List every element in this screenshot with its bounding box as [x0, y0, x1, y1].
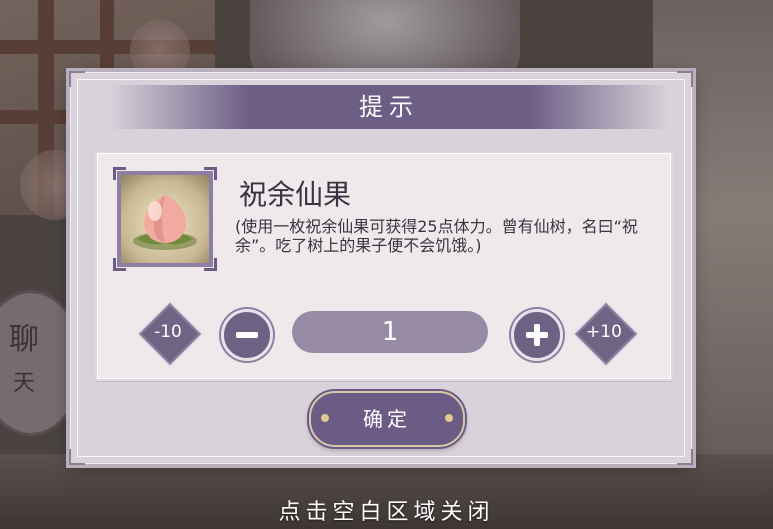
item-description: (使用一枚祝余仙果可获得25点体力。曾有仙树，名曰“祝余”。吃了树上的果子便不会…	[235, 217, 638, 255]
plus-icon	[526, 324, 548, 346]
peach-icon	[133, 195, 197, 250]
chat-label-char-1: 聊	[9, 322, 39, 357]
dialog-corner	[69, 71, 85, 87]
minus-icon	[236, 332, 258, 338]
minus-button[interactable]	[221, 309, 273, 361]
item-card: 祝余仙果 (使用一枚祝余仙果可获得25点体力。曾有仙树，名曰“祝余”。吃了树上的…	[95, 151, 673, 381]
minus-ten-button[interactable]: -10	[138, 302, 202, 366]
item-name: 祝余仙果	[239, 178, 352, 211]
dialog-corner	[677, 71, 693, 87]
plus-ten-label: +10	[586, 322, 622, 342]
use-item-dialog: 提示 祝余仙果 (使用一枚祝余仙果可获得25点体力。曾有仙树，名曰“祝余”。吃了…	[69, 71, 693, 465]
chat-label-char-2: 天	[12, 371, 35, 396]
quantity-field[interactable]: 1	[292, 311, 488, 353]
confirm-label: 确定	[363, 407, 411, 431]
dialog-corner	[677, 449, 693, 465]
chat-button-label: 聊 天	[2, 318, 46, 406]
plus-button[interactable]	[511, 309, 563, 361]
blossom	[130, 20, 190, 80]
close-hint: 点击空白区域关闭	[278, 500, 495, 525]
top-right-decoration	[653, 0, 733, 10]
frame-corner	[204, 258, 217, 271]
plus-ten-button[interactable]: +10	[574, 302, 638, 366]
confirm-button[interactable]: 确定	[309, 391, 465, 447]
item-icon-frame	[113, 167, 217, 271]
dialog-title: 提示	[359, 93, 419, 121]
item-icon-background	[121, 175, 209, 263]
quantity-value: 1	[381, 317, 399, 347]
minus-ten-label: -10	[154, 322, 182, 342]
frame-corner	[204, 167, 217, 180]
frame-corner	[113, 167, 126, 180]
dialog-title-bar: 提示	[109, 85, 669, 129]
dialog-corner	[69, 449, 85, 465]
frame-corner	[113, 258, 126, 271]
